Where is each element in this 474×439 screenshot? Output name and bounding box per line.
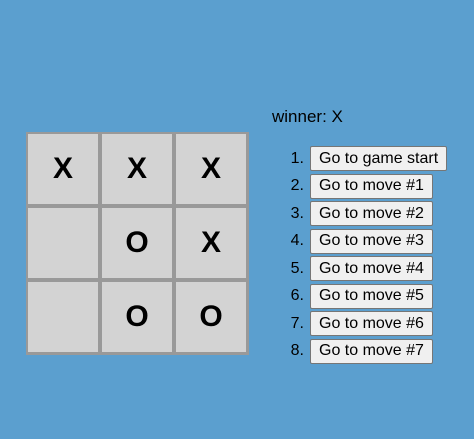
move-history-item: 2. Go to move #1 [280, 173, 447, 201]
go-to-move-6-button[interactable]: Go to move #6 [310, 311, 433, 337]
go-to-move-2-button[interactable]: Go to move #2 [310, 201, 433, 227]
square-4[interactable]: O [102, 208, 172, 278]
move-history-item: 8. Go to move #7 [280, 338, 447, 366]
go-to-move-4-button[interactable]: Go to move #4 [310, 256, 433, 282]
move-history-item: 1. Go to game start [280, 145, 448, 173]
go-to-move-1-button[interactable]: Go to move #1 [310, 173, 433, 199]
square-5[interactable]: X [176, 208, 246, 278]
move-history-list: 1. Go to game start 2. Go to move #1 3. … [280, 145, 448, 366]
move-number: 1. [290, 149, 304, 167]
go-to-move-3-button[interactable]: Go to move #3 [310, 228, 433, 254]
go-to-game-start-button[interactable]: Go to game start [310, 146, 448, 172]
square-3[interactable] [28, 208, 98, 278]
square-1[interactable]: X [102, 134, 172, 204]
move-number: 6. [290, 287, 304, 305]
game-status: winner: X [272, 107, 343, 126]
move-history-item: 4. Go to move #3 [280, 228, 447, 256]
move-history-item: 5. Go to move #4 [280, 255, 447, 283]
square-0[interactable]: X [28, 134, 98, 204]
move-history-item: 3. Go to move #2 [280, 200, 447, 228]
game-board: X X X O X O O [26, 132, 249, 355]
square-8[interactable]: O [176, 282, 246, 352]
square-2[interactable]: X [176, 134, 246, 204]
square-7[interactable]: O [102, 282, 172, 352]
move-history-item: 6. Go to move #5 [280, 283, 447, 311]
move-number: 4. [290, 232, 304, 250]
move-number: 8. [290, 342, 304, 360]
move-number: 7. [290, 314, 304, 332]
go-to-move-7-button[interactable]: Go to move #7 [310, 338, 433, 364]
go-to-move-5-button[interactable]: Go to move #5 [310, 283, 433, 309]
move-number: 2. [290, 177, 304, 195]
move-history-item: 7. Go to move #6 [280, 310, 447, 338]
square-6[interactable] [28, 282, 98, 352]
move-number: 3. [290, 204, 304, 222]
move-number: 5. [290, 259, 304, 277]
